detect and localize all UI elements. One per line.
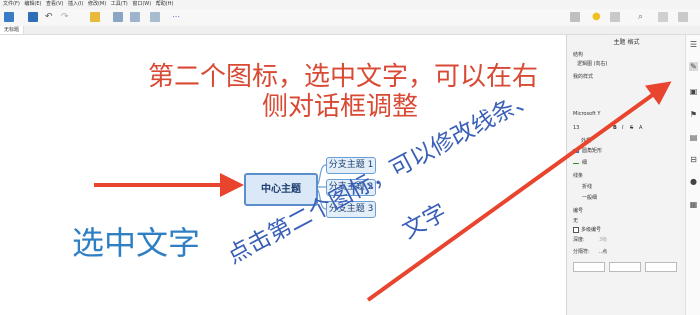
arrow-to-panel [366,81,672,302]
arrow-layer [94,81,672,302]
